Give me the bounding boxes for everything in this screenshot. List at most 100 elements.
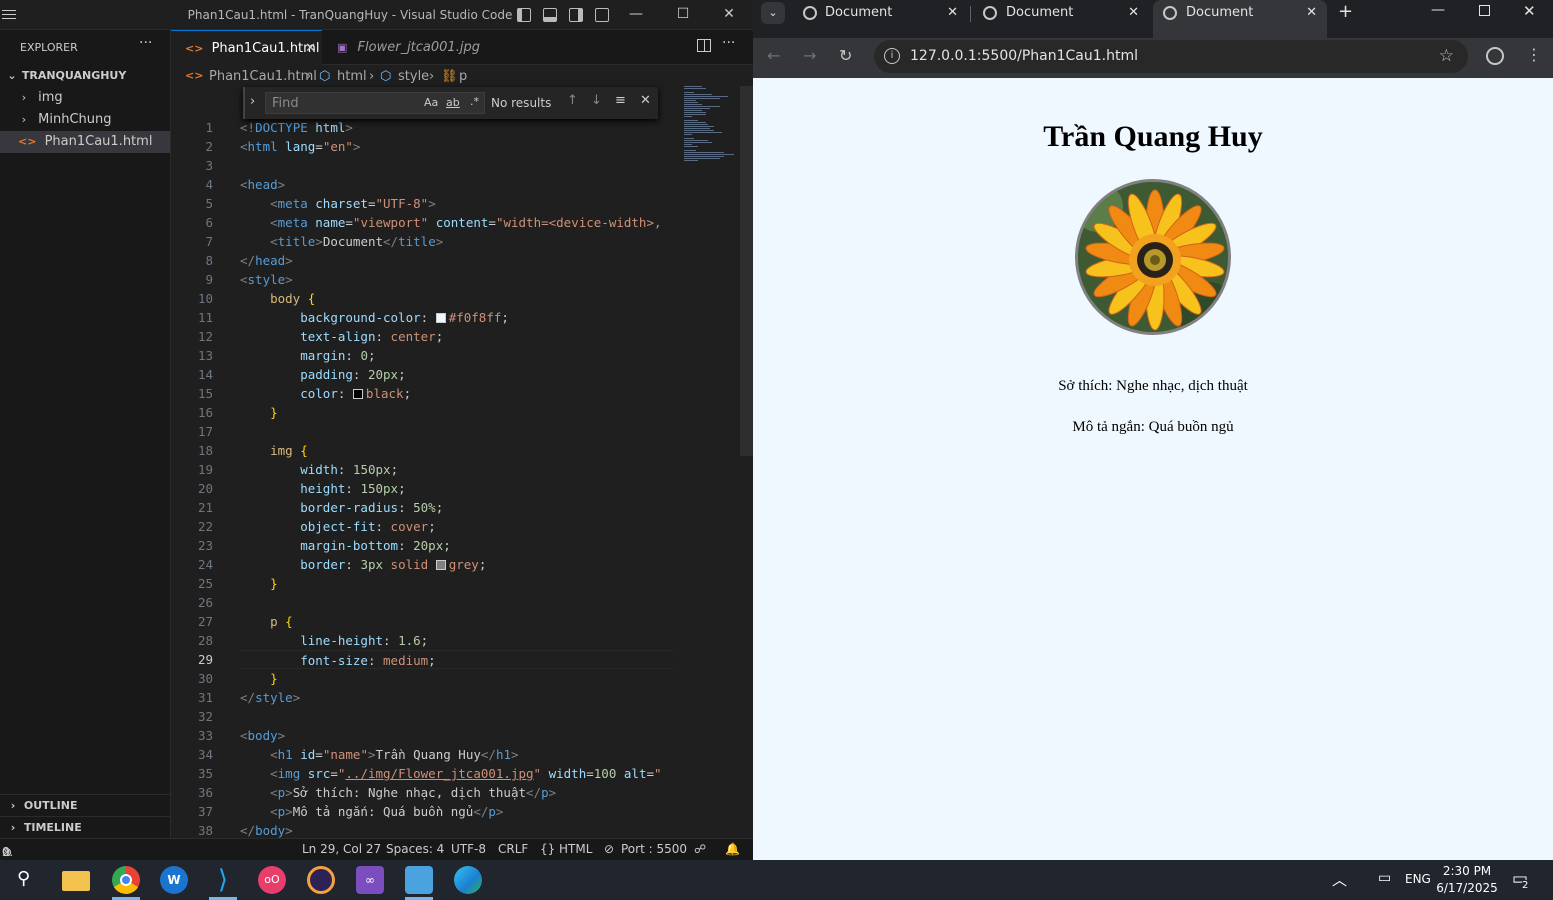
html-file-icon: <> — [18, 135, 37, 148]
minimap-line — [684, 134, 692, 135]
browser-tab-1[interactable]: Document ✕ — [753, 0, 968, 26]
close-tab-icon[interactable]: ✕ — [947, 0, 958, 26]
line-number: 2 — [205, 139, 213, 154]
minimap-line — [684, 96, 728, 97]
find-status: No results — [491, 96, 552, 110]
browser-tab-2[interactable]: Document ✕ — [973, 0, 1149, 26]
new-tab-icon[interactable]: + — [1338, 1, 1353, 22]
browser-menu-icon[interactable]: ⋮ — [1526, 45, 1542, 64]
match-case-icon[interactable]: Aa — [424, 96, 438, 109]
app-icon[interactable] — [405, 866, 433, 894]
line-number: 4 — [205, 177, 213, 192]
maximize-icon[interactable] — [1479, 5, 1490, 16]
profile-icon[interactable] — [1486, 47, 1504, 65]
live-server-port[interactable]: Port : 5500 — [621, 842, 687, 856]
minimap-line — [684, 94, 712, 95]
minimap-line — [684, 108, 710, 109]
minimap-line — [684, 138, 694, 139]
editor-scrollbar[interactable] — [740, 86, 753, 838]
code-editor[interactable]: <!DOCTYPE html> <html lang="en"> <head> … — [240, 118, 674, 838]
customize-layout-icon[interactable] — [595, 8, 609, 22]
chrome-icon[interactable] — [112, 866, 140, 894]
vscode-icon[interactable]: ⟩ — [209, 866, 237, 894]
clock[interactable]: 2:30 PM 6/17/2025 — [1432, 863, 1502, 897]
toggle-replace-icon[interactable]: › — [250, 94, 255, 109]
breadcrumb-item[interactable]: html — [337, 69, 367, 84]
network-icon[interactable]: ▭ — [1378, 870, 1391, 886]
notifications-bell-icon[interactable]: 🔔 — [725, 842, 740, 856]
minimize-icon[interactable]: — — [1431, 2, 1445, 18]
accounts-icon[interactable]: ☍ — [694, 842, 706, 856]
tree-item-minhchung[interactable]: › MinhChung — [0, 109, 170, 131]
line-number: 22 — [197, 519, 213, 534]
close-tab-icon[interactable]: ✕ — [305, 31, 316, 66]
close-tab-icon[interactable]: ✕ — [1306, 0, 1317, 26]
back-icon[interactable]: ← — [767, 46, 780, 65]
line-ending[interactable]: CRLF — [498, 842, 528, 856]
folder-root[interactable]: ⌄ TRANQUANGHUY — [0, 65, 170, 87]
find-in-selection-icon[interactable]: ≡ — [615, 93, 626, 108]
vscode-titlebar: Phan1Cau1.html - TranQuangHuy - Visual S… — [0, 0, 753, 30]
tree-item-phan1cau1[interactable]: <> Phan1Cau1.html — [0, 131, 170, 153]
minimize-icon[interactable]: — — [626, 4, 646, 24]
timeline-label: TIMELINE — [23, 821, 82, 834]
minimap[interactable] — [680, 86, 740, 166]
indentation[interactable]: Spaces: 4 — [386, 842, 444, 856]
visual-studio-icon[interactable]: ∞ — [356, 866, 384, 894]
chevron-up-icon[interactable]: ︿ — [1332, 869, 1347, 890]
cursor-position[interactable]: Ln 29, Col 27 — [302, 842, 381, 856]
line-number: 17 — [197, 424, 213, 439]
app-icon[interactable]: oO — [258, 866, 286, 894]
breadcrumb-item[interactable]: p — [459, 69, 467, 84]
search-icon[interactable]: ⚲ — [17, 868, 30, 889]
language-mode[interactable]: HTML — [559, 842, 592, 856]
word-icon[interactable]: W — [160, 866, 188, 894]
close-icon[interactable]: ✕ — [719, 4, 739, 24]
regex-icon[interactable]: .* — [470, 95, 479, 108]
site-info-icon[interactable]: i — [884, 48, 900, 64]
edge-icon[interactable] — [454, 866, 482, 894]
line-number: 11 — [197, 310, 213, 325]
image-file-icon: ▣ — [337, 41, 348, 54]
browser-tab-3[interactable]: Document ✕ — [1153, 0, 1327, 38]
minimap-line — [684, 114, 706, 115]
close-icon[interactable]: ✕ — [1523, 2, 1536, 20]
chevron-right-icon: › — [369, 69, 375, 84]
breadcrumb-item[interactable]: Phan1Cau1.html — [209, 69, 317, 84]
outline-section[interactable]: › OUTLINE — [0, 794, 170, 816]
toggle-secondary-sidebar-icon[interactable] — [569, 8, 583, 22]
close-find-icon[interactable]: ✕ — [640, 93, 651, 108]
address-bar[interactable]: i 127.0.0.1:5500/Phan1Cau1.html ☆ — [874, 40, 1468, 73]
split-editor-icon[interactable] — [697, 39, 711, 52]
more-actions-icon[interactable]: ··· — [722, 35, 735, 51]
encoding[interactable]: UTF-8 — [451, 842, 486, 856]
find-input[interactable]: Find Aa ab .* — [265, 92, 485, 114]
reload-icon[interactable]: ↻ — [839, 46, 852, 65]
tab-label: Phan1Cau1.html — [211, 41, 320, 56]
tree-item-img[interactable]: › img — [0, 87, 170, 109]
language-indicator[interactable]: ENG — [1405, 872, 1431, 886]
minimap-line — [684, 100, 696, 101]
more-actions-icon[interactable]: ··· — [139, 35, 152, 51]
timeline-section[interactable]: › TIMELINE — [0, 816, 170, 838]
html-file-icon: <> — [185, 69, 204, 82]
forward-icon[interactable]: → — [803, 46, 816, 65]
file-explorer-icon[interactable] — [62, 871, 90, 891]
previous-match-icon[interactable]: ↑ — [567, 93, 578, 108]
breadcrumb-item[interactable]: style — [398, 69, 429, 84]
tab-flower-image[interactable]: ▣ Flower_jtca001.jpg — [323, 30, 483, 65]
hamburger-menu-icon[interactable] — [2, 10, 16, 20]
bookmark-star-icon[interactable]: ☆ — [1439, 46, 1454, 66]
toggle-panel-icon[interactable] — [543, 8, 557, 22]
tab-phan1cau1[interactable]: <> Phan1Cau1.html ✕ — [171, 30, 322, 65]
next-match-icon[interactable]: ↓ — [591, 93, 602, 108]
eclipse-icon[interactable] — [307, 866, 335, 894]
minimap-line — [684, 86, 702, 87]
match-whole-word-icon[interactable]: ab — [446, 96, 460, 109]
globe-icon — [803, 6, 817, 20]
minimap-line — [684, 126, 714, 127]
status-bar: ⊗ 0 ⚠ 0 Ln 29, Col 27 Spaces: 4 UTF-8 CR… — [0, 838, 753, 860]
toggle-primary-sidebar-icon[interactable] — [517, 8, 531, 22]
close-tab-icon[interactable]: ✕ — [1128, 0, 1139, 26]
maximize-icon[interactable]: ☐ — [673, 4, 693, 24]
